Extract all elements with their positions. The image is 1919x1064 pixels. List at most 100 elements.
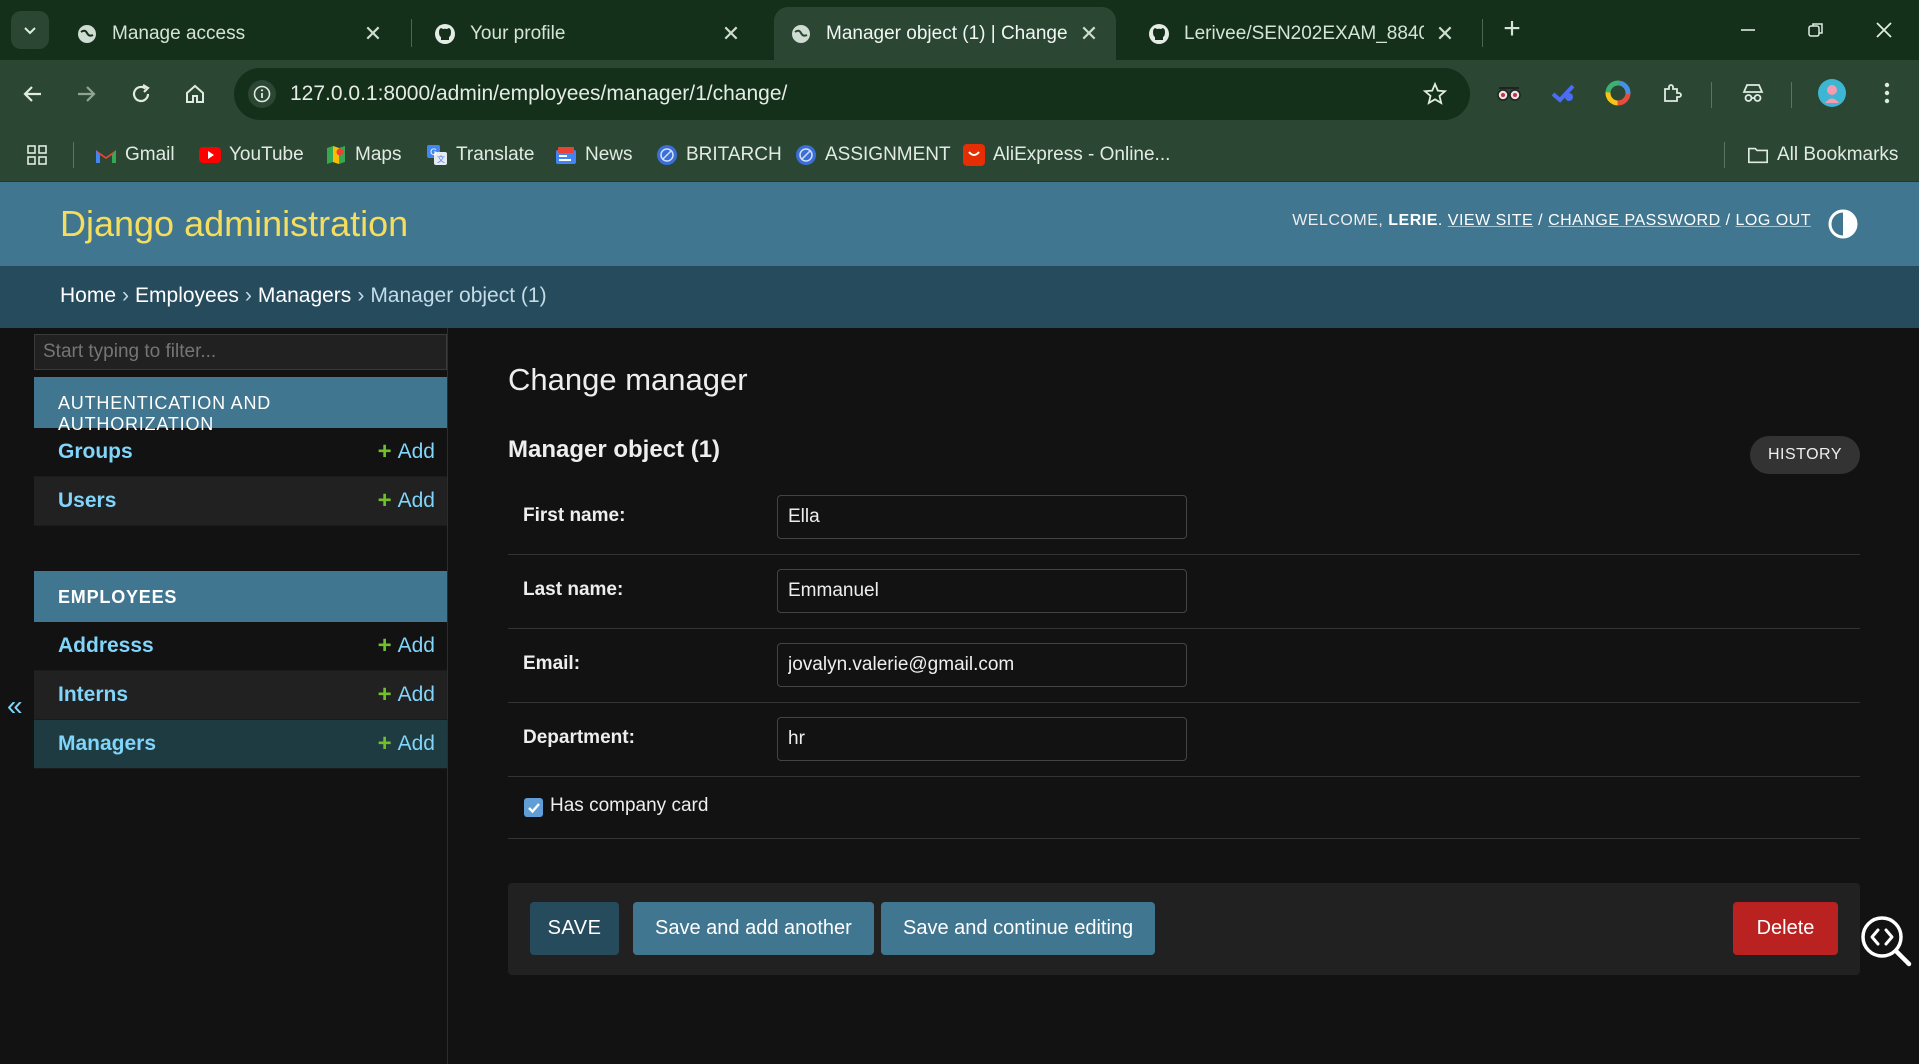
username: LERIE [1388, 212, 1438, 229]
breadcrumb-separator: › [357, 284, 365, 307]
reload-icon[interactable] [121, 74, 161, 114]
bookmark-label: Translate [456, 144, 535, 165]
bookmark-label: ASSIGNMENT [825, 144, 951, 165]
breadcrumb-home[interactable]: Home [60, 284, 116, 307]
model-link[interactable]: Addresss [58, 634, 154, 658]
extension-glasses-icon[interactable] [1492, 76, 1526, 110]
incognito-icon[interactable] [1736, 76, 1770, 110]
module-employees: EMPLOYEES Addresss + Add Interns + Add Man… [34, 571, 447, 769]
form-row-department: Department: [508, 703, 1860, 777]
address-bar-url: 127.0.0.1:8000/admin/employees/manager/1… [290, 82, 788, 105]
form-row-last-name: Last name: [508, 555, 1860, 629]
zoom-inspector-icon[interactable] [1858, 913, 1912, 967]
breadcrumb-model[interactable]: Managers [258, 284, 351, 307]
change-password-link[interactable]: CHANGE PASSWORD [1548, 212, 1721, 229]
toolbar-separator [1711, 82, 1712, 108]
model-link[interactable]: Managers [58, 732, 156, 756]
add-link[interactable]: + Add [378, 440, 435, 464]
has-company-card-checkbox[interactable] [524, 798, 543, 817]
user-tools-separator: / [1538, 212, 1544, 229]
extensions-puzzle-icon[interactable] [1656, 76, 1690, 110]
close-icon[interactable]: ✕ [362, 21, 384, 47]
sidebar-item-addresss: Addresss + Add [34, 622, 447, 671]
admin-header: Django administration WELCOME, LERIE. VI… [0, 182, 1919, 266]
add-label: Add [397, 634, 435, 657]
close-icon[interactable]: ✕ [1078, 21, 1100, 47]
bookmark-assignment[interactable]: ASSIGNMENT [795, 140, 951, 170]
checkmark-icon [527, 802, 540, 813]
bookmark-separator [1724, 142, 1725, 168]
site-branding[interactable]: Django administration [60, 203, 408, 245]
address-bar[interactable]: 127.0.0.1:8000/admin/employees/manager/1… [234, 68, 1470, 120]
bookmark-britarch[interactable]: BRITARCH [656, 140, 782, 170]
first-name-field[interactable] [777, 495, 1187, 539]
all-bookmarks[interactable]: All Bookmarks [1747, 140, 1898, 170]
sidebar-filter-input[interactable] [34, 334, 447, 370]
browser-tab[interactable]: Lerivee/SEN202EXAM_8840-: St ✕ [1132, 7, 1472, 60]
restore-icon[interactable] [1796, 10, 1836, 50]
department-field[interactable] [777, 717, 1187, 761]
save-and-continue-button[interactable]: Save and continue editing [881, 902, 1156, 955]
close-icon[interactable]: ✕ [720, 21, 742, 47]
browser-tab[interactable]: Manage access ✕ [60, 7, 400, 60]
add-link[interactable]: + Add [378, 683, 435, 707]
bookmark-star-icon[interactable] [1422, 81, 1448, 107]
breadcrumb-app[interactable]: Employees [135, 284, 239, 307]
module-caption[interactable]: AUTHENTICATION AND AUTHORIZATION [34, 377, 447, 434]
maps-icon [325, 144, 347, 166]
extension-check-icon[interactable] [1546, 76, 1580, 110]
nav-sidebar: AUTHENTICATION AND AUTHORIZATION Groups … [34, 328, 448, 1064]
home-icon[interactable] [175, 74, 215, 114]
view-site-link[interactable]: VIEW SITE [1448, 212, 1533, 229]
plus-icon: + [377, 632, 392, 659]
more-menu-icon[interactable] [1870, 76, 1904, 110]
folder-icon [1747, 144, 1769, 166]
chevron-down-icon [24, 27, 36, 35]
forward-icon[interactable] [66, 74, 106, 114]
apps-grid-icon[interactable] [26, 140, 48, 170]
last-name-field[interactable] [777, 569, 1187, 613]
minimize-icon[interactable] [1728, 10, 1768, 50]
bookmark-youtube[interactable]: YouTube [199, 140, 304, 170]
log-out-link[interactable]: LOG OUT [1735, 212, 1811, 229]
plus-icon: + [377, 681, 392, 708]
close-window-icon[interactable] [1864, 10, 1904, 50]
extension-color-ring-icon[interactable] [1601, 76, 1635, 110]
add-link[interactable]: + Add [378, 732, 435, 756]
user-tools-separator: / [1725, 212, 1731, 229]
toggle-sidebar-button[interactable]: « [7, 690, 23, 722]
sidebar-item-interns: Interns + Add [34, 671, 447, 720]
save-button[interactable]: SAVE [530, 902, 619, 955]
bookmark-news[interactable]: News [555, 140, 633, 170]
add-link[interactable]: + Add [378, 634, 435, 658]
bookmark-maps[interactable]: Maps [325, 140, 401, 170]
plus-icon: + [377, 438, 392, 465]
bookmark-gmail[interactable]: Gmail [95, 140, 175, 170]
globe-icon [792, 24, 810, 43]
browser-tab-active[interactable]: Manager object (1) | Change ma ✕ [774, 7, 1116, 60]
bookmark-translate[interactable]: G文 Translate [426, 140, 535, 170]
model-link[interactable]: Groups [58, 440, 133, 464]
new-tab-icon[interactable]: + [1496, 14, 1528, 46]
tab-search-button[interactable] [11, 11, 49, 49]
history-button[interactable]: HISTORY [1749, 436, 1860, 474]
field-label: Department: [523, 727, 635, 748]
module-caption[interactable]: EMPLOYEES [34, 571, 447, 622]
site-info-icon[interactable] [248, 80, 276, 108]
page-title: Change manager [508, 362, 748, 397]
close-icon[interactable]: ✕ [1434, 21, 1456, 47]
globe-icon [656, 144, 678, 166]
theme-toggle-icon[interactable] [1827, 208, 1859, 240]
model-link[interactable]: Users [58, 489, 116, 513]
email-field[interactable] [777, 643, 1187, 687]
bookmark-label: Gmail [125, 144, 175, 165]
bookmark-aliexpress[interactable]: AliExpress - Online... [963, 140, 1170, 170]
save-and-add-another-button[interactable]: Save and add another [633, 902, 874, 955]
browser-tab[interactable]: Your profile ✕ [418, 7, 758, 60]
model-link[interactable]: Interns [58, 683, 128, 707]
back-icon[interactable] [13, 74, 53, 114]
checkbox-label[interactable]: Has company card [550, 795, 708, 817]
add-link[interactable]: + Add [378, 489, 435, 513]
delete-button[interactable]: Delete [1733, 902, 1838, 955]
profile-avatar[interactable] [1815, 76, 1849, 110]
